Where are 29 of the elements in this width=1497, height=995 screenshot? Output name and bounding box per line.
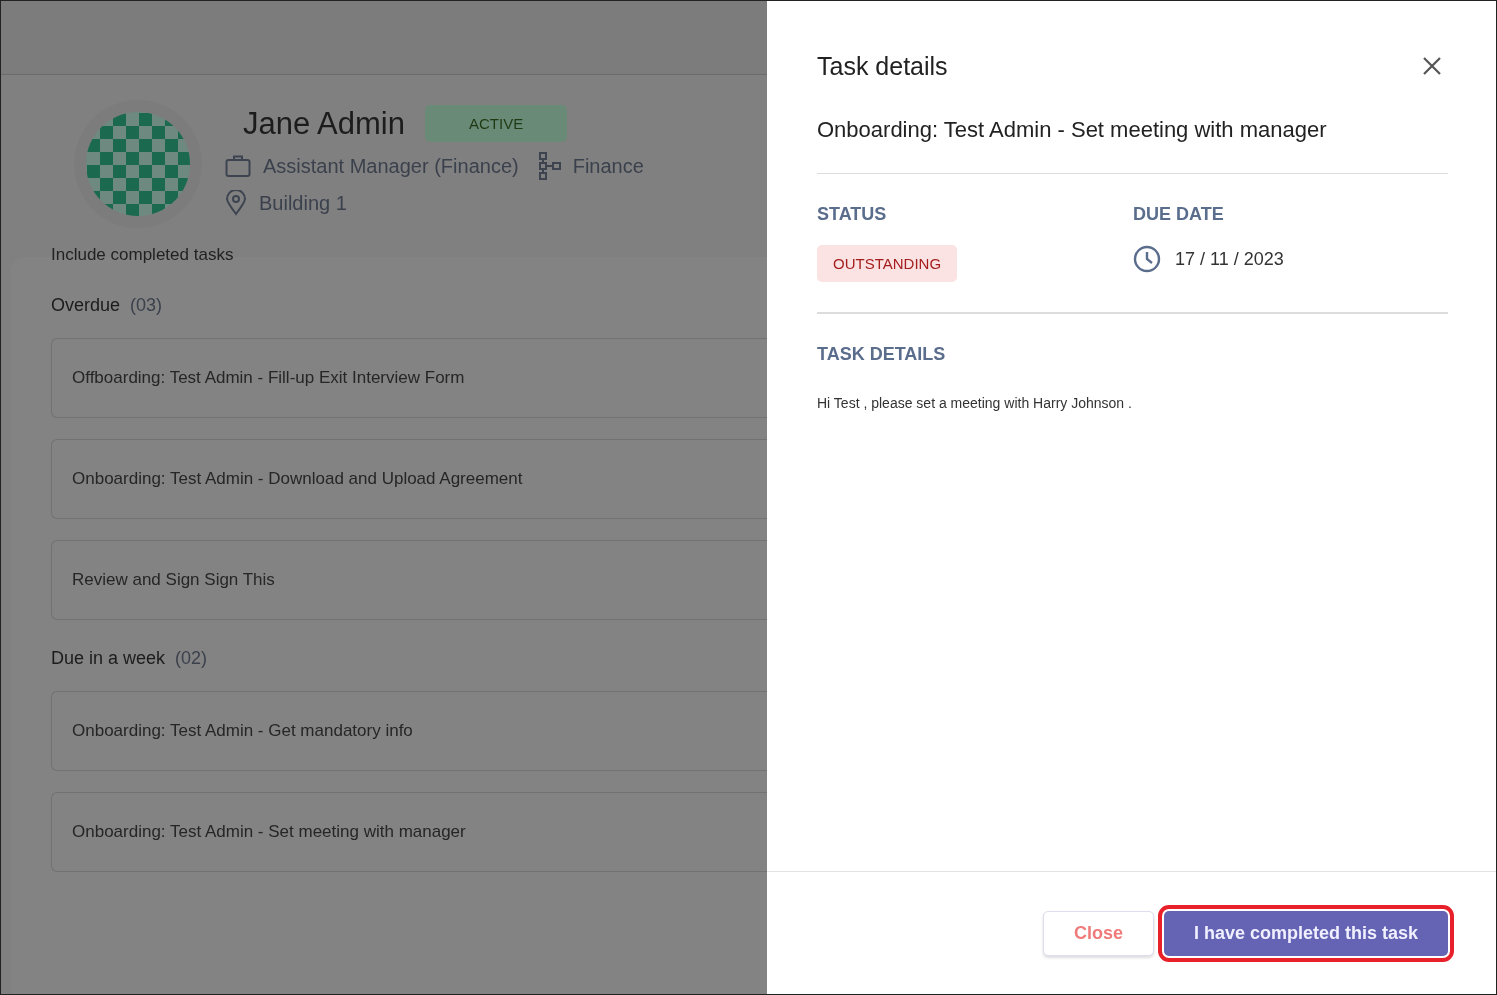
task-count: (02) [175,648,208,669]
task-details-label: TASK DETAILS [817,344,947,365]
close-icon[interactable] [1422,56,1442,76]
close-button[interactable]: Close [1042,910,1154,956]
hierarchy-icon [538,152,561,180]
section-title: Due in a week [51,648,166,669]
task-title: Onboarding: Test Admin - Set meeting with manager [817,117,1448,174]
due-date-label: DUE DATE [1133,204,1225,225]
task-count: (03) [130,295,163,316]
task-card[interactable]: Onboarding: Test Admin - Download and Upload Agreement [51,439,767,519]
location: Building 1 [259,191,347,215]
filter-label: Include completed tasks [51,245,234,264]
status-badge: ACTIVE [425,105,568,142]
job-title: Assistant Manager (Finance) [263,154,519,178]
task-card[interactable]: Onboarding: Test Admin - Set meeting with manager [51,792,767,872]
department: Finance [572,154,644,178]
drawer-title: Task details [817,51,948,81]
section-title: Overdue [51,295,121,316]
task-card[interactable]: Review and Sign Sign This [51,540,767,620]
clock-icon [1133,245,1161,273]
due-date: 17 / 11 / 2023 [1175,248,1284,270]
task-description: Hi Test , please set a meeting with Harry Johnson . [817,395,1133,411]
employee-name: Jane Admin [243,105,405,142]
status-label: STATUS [817,204,888,225]
task-card[interactable]: Offboarding: Test Admin - Fill-up Exit Interview Form [51,338,767,418]
task-card[interactable]: Onboarding: Test Admin - Get mandatory info [51,691,767,771]
status-badge: OUTSTANDING [817,245,958,282]
briefcase-icon [225,154,251,178]
location-pin-icon [225,190,247,216]
